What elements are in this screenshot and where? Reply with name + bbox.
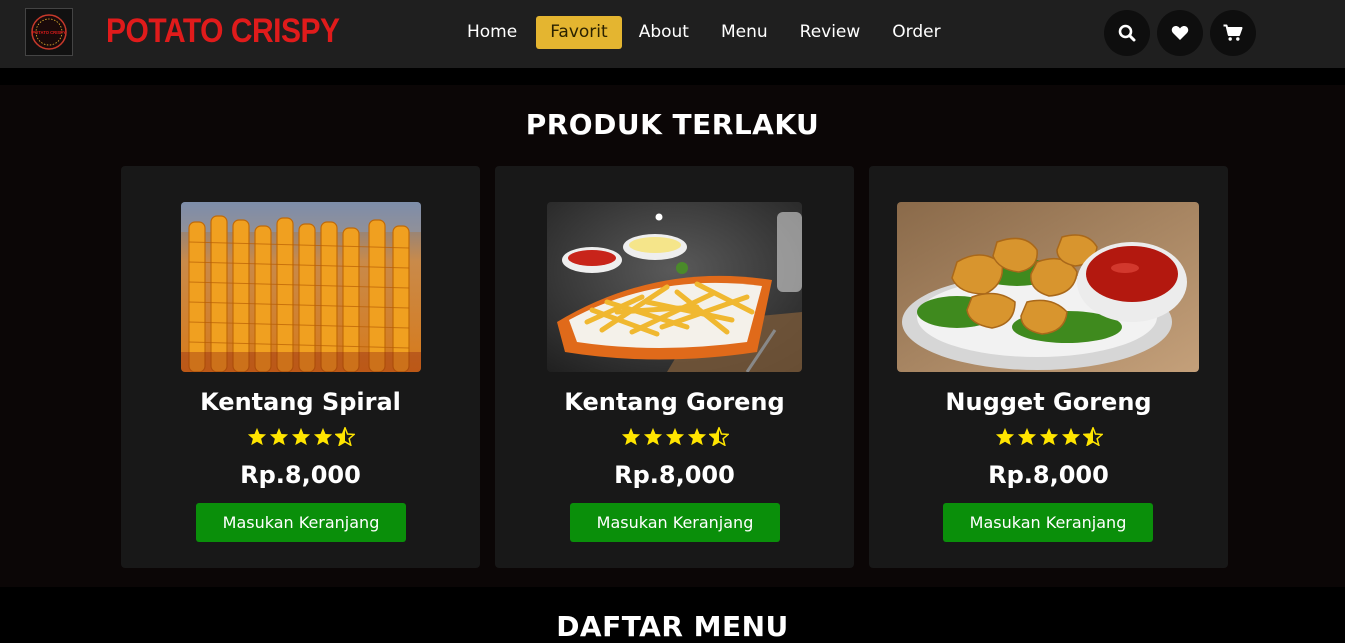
star-half-icon	[1082, 427, 1103, 446]
cart-button[interactable]	[1210, 10, 1256, 56]
nav-about[interactable]: About	[626, 16, 702, 49]
add-to-cart-button[interactable]: Masukan Keranjang	[196, 503, 406, 542]
nav-order[interactable]: Order	[879, 16, 953, 49]
star-icon	[665, 427, 684, 446]
product-name: Nugget Goreng	[945, 388, 1152, 416]
logo[interactable]: POTATO CRISPY	[25, 8, 73, 56]
star-icon	[621, 427, 640, 446]
nav-menu[interactable]: Menu	[708, 16, 781, 49]
product-image-nuggets[interactable]	[897, 202, 1199, 372]
nav-favorit[interactable]: Favorit	[536, 16, 622, 49]
search-button[interactable]	[1104, 10, 1150, 56]
star-icon	[1039, 427, 1058, 446]
star-icon	[247, 427, 266, 446]
product-price: Rp.8,000	[988, 461, 1109, 489]
favorites-button[interactable]	[1157, 10, 1203, 56]
cart-icon	[1223, 24, 1243, 41]
add-to-cart-button[interactable]: Masukan Keranjang	[570, 503, 780, 542]
star-icon	[291, 427, 310, 446]
rating-stars	[869, 427, 1228, 446]
product-image-spiral-potato[interactable]	[181, 202, 421, 372]
search-icon	[1118, 24, 1136, 42]
star-icon	[995, 427, 1014, 446]
add-to-cart-button[interactable]: Masukan Keranjang	[943, 503, 1153, 542]
main-nav: Home Favorit About Menu Review Order	[454, 16, 959, 49]
rating-stars	[495, 427, 854, 446]
product-card: Kentang Goreng Rp.8,000 Masukan Keranjan…	[495, 166, 854, 568]
star-icon	[313, 427, 332, 446]
product-card: Nugget Goreng Rp.8,000 Masukan Keranjang	[869, 166, 1228, 568]
star-icon	[269, 427, 288, 446]
product-image-french-fries[interactable]	[547, 202, 802, 372]
rating-stars	[121, 427, 480, 446]
star-half-icon	[334, 427, 355, 446]
nav-review[interactable]: Review	[787, 16, 874, 49]
star-icon	[1061, 427, 1080, 446]
star-icon	[687, 427, 706, 446]
star-icon	[1017, 427, 1036, 446]
section-title: PRODUK TERLAKU	[525, 108, 820, 141]
product-price: Rp.8,000	[614, 461, 735, 489]
product-price: Rp.8,000	[240, 461, 361, 489]
nav-home[interactable]: Home	[454, 16, 530, 49]
logo-emblem: POTATO CRISPY	[31, 14, 67, 50]
product-name: Kentang Spiral	[200, 388, 401, 416]
star-icon	[643, 427, 662, 446]
star-half-icon	[708, 427, 729, 446]
product-card: Kentang Spiral Rp.8,000 Masukan Keranjan…	[121, 166, 480, 568]
menu-section-title: DAFTAR MENU	[556, 610, 789, 643]
navbar: POTATO CRISPY POTATO CRISPY Home Favorit…	[0, 0, 1345, 68]
svg-text:POTATO CRISPY: POTATO CRISPY	[32, 30, 66, 35]
brand-name[interactable]: POTATO CRISPY	[106, 12, 340, 51]
product-name: Kentang Goreng	[564, 388, 785, 416]
heart-icon	[1171, 26, 1189, 40]
